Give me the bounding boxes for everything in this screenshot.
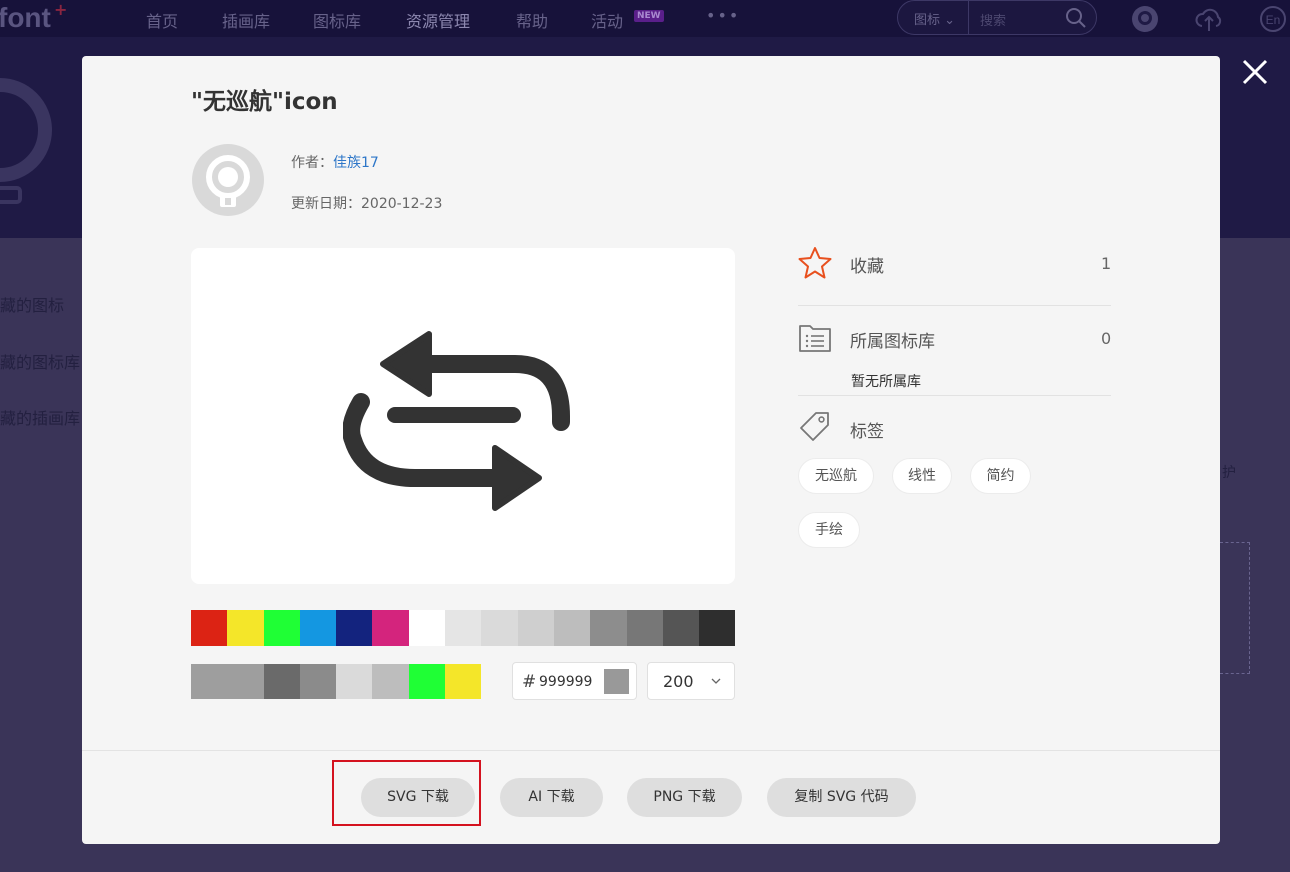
hex-value[interactable]: 999999 (539, 674, 592, 690)
tag-chip[interactable]: 手绘 (798, 512, 860, 548)
color-palette-recent (191, 664, 482, 699)
color-swatch[interactable] (227, 610, 264, 646)
recent-color-swatch[interactable] (445, 664, 482, 699)
color-swatch[interactable] (445, 610, 482, 646)
color-swatch[interactable] (481, 610, 518, 646)
divider (798, 305, 1111, 306)
svg-text:En: En (1266, 13, 1281, 27)
color-swatch[interactable] (372, 610, 409, 646)
favorites-label: 收藏 (850, 257, 884, 277)
color-swatch[interactable] (699, 610, 736, 646)
recent-color-swatch[interactable] (372, 664, 409, 699)
recent-color-swatch[interactable] (336, 664, 373, 699)
close-icon[interactable] (1239, 56, 1271, 88)
color-swatch[interactable] (408, 610, 446, 646)
tags-label: 标签 (850, 422, 884, 442)
astronaut-avatar-icon (206, 155, 250, 207)
chevron-down-icon (711, 678, 721, 684)
background-dashed-panel (1220, 542, 1250, 674)
hex-hash-label: # (522, 672, 537, 692)
nav-item-activity[interactable]: 活动 (591, 8, 623, 32)
update-date-value: 2020-12-23 (361, 196, 443, 212)
update-date-row: 更新日期：2020-12-23 (291, 193, 442, 213)
copy-svg-code-button[interactable]: 复制 SVG 代码 (767, 778, 916, 817)
background-avatar-icon (0, 78, 52, 204)
background-hint-text: 护 (1222, 465, 1236, 481)
icon-preview-canvas (191, 248, 735, 584)
nav-item-help[interactable]: 帮助 (516, 8, 548, 32)
nav-item-icon-library[interactable]: 图标库 (313, 8, 361, 32)
search-bar[interactable]: 图标 ⌄ 搜索 (897, 0, 1097, 35)
dialog-title: "无巡航"icon (191, 89, 338, 115)
size-select[interactable]: 200 (647, 662, 735, 700)
favorites-count: 1 (1101, 254, 1112, 273)
tag-chip[interactable]: 无巡航 (798, 458, 874, 494)
more-menu-icon[interactable]: ••• (706, 6, 740, 25)
search-separator (968, 1, 969, 34)
recent-color-swatch[interactable] (263, 664, 300, 699)
update-date-label: 更新日期： (291, 196, 361, 212)
recent-color-swatch[interactable] (408, 664, 446, 699)
tag-chip[interactable]: 简约 (970, 458, 1031, 494)
nav-item-home[interactable]: 首页 (146, 8, 178, 32)
background-sidebar-item: 藏的图标 (0, 296, 65, 315)
footer-divider (82, 750, 1220, 751)
color-swatch[interactable] (263, 610, 300, 646)
recent-color-swatch[interactable] (227, 664, 264, 699)
color-swatch[interactable] (191, 610, 228, 646)
png-download-button[interactable]: PNG 下载 (627, 778, 742, 817)
size-value: 200 (663, 672, 694, 691)
search-category-label: 图标 (914, 13, 941, 28)
color-swatch[interactable] (517, 610, 554, 646)
svg-download-highlight-box (332, 760, 481, 826)
nav-item-illustrations[interactable]: 插画库 (222, 8, 270, 32)
background-sidebar-item: 藏的插画库 (0, 409, 81, 428)
color-swatch[interactable] (336, 610, 373, 646)
library-label: 所属图标库 (850, 332, 935, 352)
new-badge: NEW (634, 10, 664, 22)
tag-icon (800, 412, 829, 441)
color-preview-chip[interactable] (604, 669, 629, 694)
color-swatch[interactable] (626, 610, 663, 646)
tag-chip[interactable]: 线性 (892, 458, 952, 494)
star-icon[interactable] (798, 246, 832, 280)
color-swatch[interactable] (662, 610, 700, 646)
author-link[interactable]: 佳族17 (333, 155, 379, 171)
search-input[interactable]: 搜索 (980, 10, 1006, 29)
upload-cloud-icon[interactable] (1194, 4, 1224, 34)
nav-item-resource-management[interactable]: 资源管理 (406, 8, 470, 32)
language-switch-icon[interactable]: En (1258, 4, 1288, 34)
hex-color-input[interactable]: # 999999 (512, 662, 637, 700)
folder-list-icon (799, 325, 831, 352)
logo-plus-mark: + (54, 0, 68, 19)
color-palette-main (191, 610, 736, 646)
recent-color-swatch[interactable] (299, 664, 337, 699)
swap-loop-icon (343, 331, 570, 511)
color-swatch[interactable] (553, 610, 591, 646)
author-avatar[interactable] (192, 144, 264, 216)
background-sidebar-item: 藏的图标库 (0, 353, 81, 372)
user-avatar-icon[interactable] (1130, 4, 1160, 34)
ai-download-button[interactable]: AI 下载 (500, 778, 603, 817)
color-swatch[interactable] (590, 610, 627, 646)
search-category-select[interactable]: 图标 ⌄ (914, 9, 955, 28)
icon-detail-dialog: "无巡航"icon 作者：佳族17 更新日期：2020-12-23 # 9999… (82, 56, 1220, 844)
library-count: 0 (1101, 329, 1112, 348)
author-label: 作者： (291, 155, 333, 171)
recent-color-swatch[interactable] (191, 664, 228, 699)
search-icon[interactable] (1064, 6, 1088, 30)
library-empty-text: 暂无所属库 (851, 374, 921, 390)
color-swatch[interactable] (299, 610, 337, 646)
site-logo[interactable]: font (0, 2, 51, 34)
author-row: 作者：佳族17 (291, 152, 379, 172)
divider (798, 395, 1111, 396)
top-navigation-bar: font + 首页 插画库 图标库 资源管理 帮助 活动 NEW ••• 图标 … (0, 0, 1290, 37)
